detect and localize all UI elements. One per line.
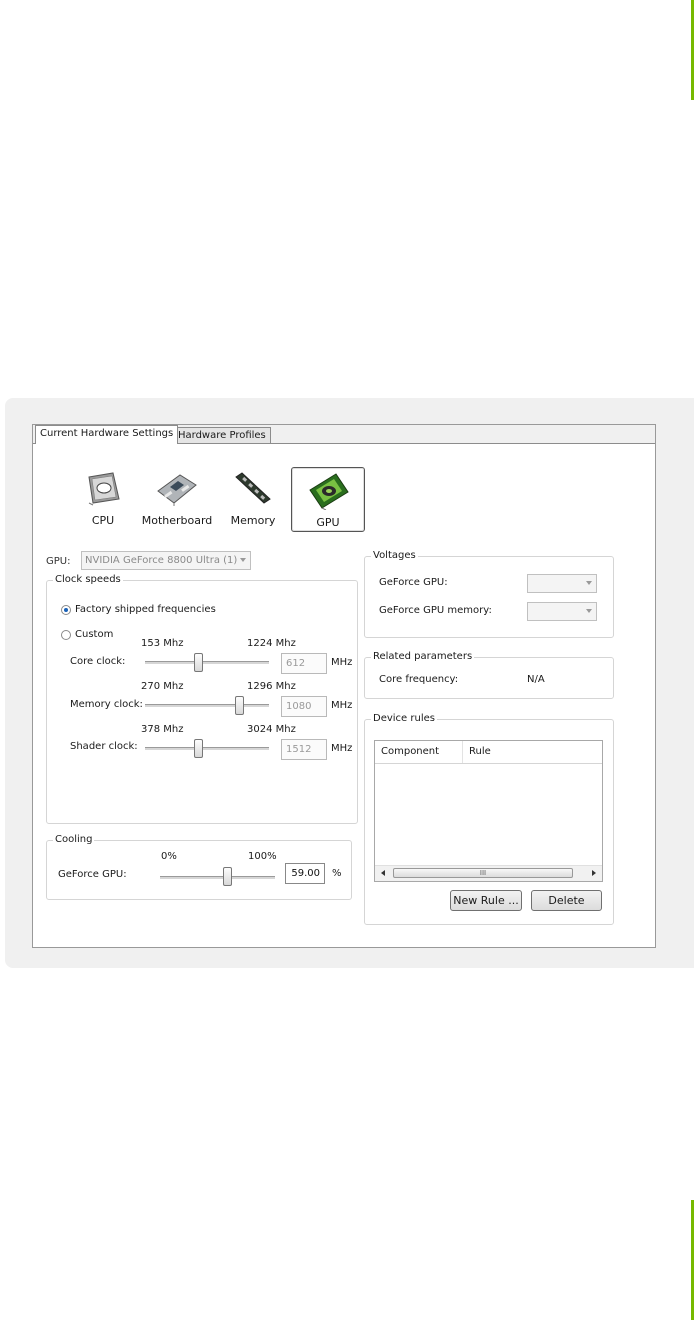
device-rules-list[interactable]: Component Rule III: [374, 740, 603, 882]
core-frequency-label: Core frequency:: [379, 674, 459, 685]
memory-clock-max: 1296 Mhz: [247, 681, 296, 692]
custom-radio[interactable]: [61, 630, 71, 640]
cooling-title: Cooling: [53, 834, 95, 845]
core-clock-slider-track: [145, 661, 269, 665]
device-rules-scrollbar[interactable]: III: [375, 865, 602, 881]
gpu-select-value: NVIDIA GeForce 8800 Ultra (1): [85, 555, 238, 566]
core-clock-unit: MHz: [331, 657, 353, 668]
cooling-slider[interactable]: [223, 867, 233, 886]
scroll-left-icon[interactable]: [381, 870, 385, 876]
clock-speeds-title: Clock speeds: [53, 574, 123, 585]
scroll-thumb[interactable]: III: [393, 868, 573, 878]
hardware-label-cpu: CPU: [91, 514, 115, 527]
scroll-right-icon[interactable]: [592, 870, 596, 876]
factory-frequencies-label: Factory shipped frequencies: [75, 604, 216, 615]
gpu-select[interactable]: NVIDIA GeForce 8800 Ultra (1): [81, 551, 251, 570]
memory-module-icon: [232, 469, 274, 510]
core-clock-slider[interactable]: [193, 653, 203, 672]
core-clock-input[interactable]: 612: [281, 653, 327, 674]
voltage-gpu-memory-select[interactable]: [527, 602, 597, 621]
memory-clock-input[interactable]: 1080: [281, 696, 327, 717]
core-clock-label: Core clock:: [70, 656, 126, 667]
gpu-select-label: GPU:: [46, 556, 71, 567]
cooling-slider-track: [160, 876, 275, 880]
hardware-item-gpu[interactable]: GPU: [291, 467, 365, 532]
motherboard-icon: [154, 469, 200, 510]
tab-strip: Current Hardware Settings Hardware Profi…: [33, 425, 655, 444]
voltage-gpu-memory-label: GeForce GPU memory:: [379, 605, 492, 616]
factory-frequencies-radio[interactable]: [61, 605, 71, 615]
tab-current-hardware-settings[interactable]: Current Hardware Settings: [35, 425, 179, 444]
device-rules-header: Component Rule: [375, 741, 602, 764]
chevron-down-icon: [240, 558, 246, 562]
chevron-down-icon: [586, 581, 592, 585]
shader-clock-slider[interactable]: [193, 739, 203, 758]
core-clock-min: 153 Mhz: [141, 638, 184, 649]
hardware-label-memory: Memory: [230, 514, 276, 527]
memory-clock-min: 270 Mhz: [141, 681, 184, 692]
related-parameters-title: Related parameters: [371, 651, 475, 662]
tab-hardware-profiles[interactable]: Hardware Profiles: [173, 427, 271, 443]
cooling-min: 0%: [161, 851, 177, 862]
column-header-component[interactable]: Component: [375, 741, 463, 763]
voltages-group: Voltages GeForce GPU: GeForce GPU memory…: [364, 550, 614, 638]
shader-clock-slider-track: [145, 747, 269, 751]
chevron-down-icon: [586, 609, 592, 613]
memory-clock-slider[interactable]: [234, 696, 244, 715]
hardware-item-cpu[interactable]: CPU: [67, 467, 139, 529]
cpu-chip-icon: [83, 469, 123, 510]
cooling-gpu-label: GeForce GPU:: [58, 869, 127, 880]
column-header-rule[interactable]: Rule: [463, 741, 602, 763]
shader-clock-label: Shader clock:: [70, 741, 138, 752]
custom-label: Custom: [75, 629, 114, 640]
cooling-group: Cooling 0% 100% GeForce GPU: 59.00 %: [46, 834, 352, 900]
cooling-input[interactable]: 59.00: [285, 863, 325, 884]
voltage-gpu-select[interactable]: [527, 574, 597, 593]
core-frequency-value: N/A: [527, 674, 545, 685]
hardware-label-gpu: GPU: [316, 516, 340, 529]
related-parameters-group: Related parameters Core frequency: N/A: [364, 651, 614, 699]
shader-clock-max: 3024 Mhz: [247, 724, 296, 735]
hardware-label-motherboard: Motherboard: [141, 514, 213, 527]
core-clock-max: 1224 Mhz: [247, 638, 296, 649]
gpu-card-icon: [306, 470, 350, 513]
memory-clock-unit: MHz: [331, 700, 353, 711]
shader-clock-unit: MHz: [331, 743, 353, 754]
voltages-title: Voltages: [371, 550, 418, 561]
device-rules-title: Device rules: [371, 713, 437, 724]
cooling-max: 100%: [248, 851, 277, 862]
memory-clock-slider-track: [145, 704, 269, 708]
device-rules-group: Device rules Component Rule III New Rule…: [364, 713, 614, 925]
hardware-item-motherboard[interactable]: Motherboard: [141, 467, 213, 529]
shader-clock-min: 378 Mhz: [141, 724, 184, 735]
hardware-item-memory[interactable]: Memory: [217, 467, 289, 529]
delete-button[interactable]: Delete: [531, 890, 602, 911]
shader-clock-input[interactable]: 1512: [281, 739, 327, 760]
voltage-gpu-label: GeForce GPU:: [379, 577, 448, 588]
cooling-unit: %: [332, 868, 342, 879]
new-rule-button[interactable]: New Rule ...: [450, 890, 522, 911]
clock-speeds-group: Clock speeds Factory shipped frequencies…: [46, 574, 358, 824]
memory-clock-label: Memory clock:: [70, 699, 143, 710]
hardware-settings-dialog: Current Hardware Settings Hardware Profi…: [32, 424, 656, 948]
